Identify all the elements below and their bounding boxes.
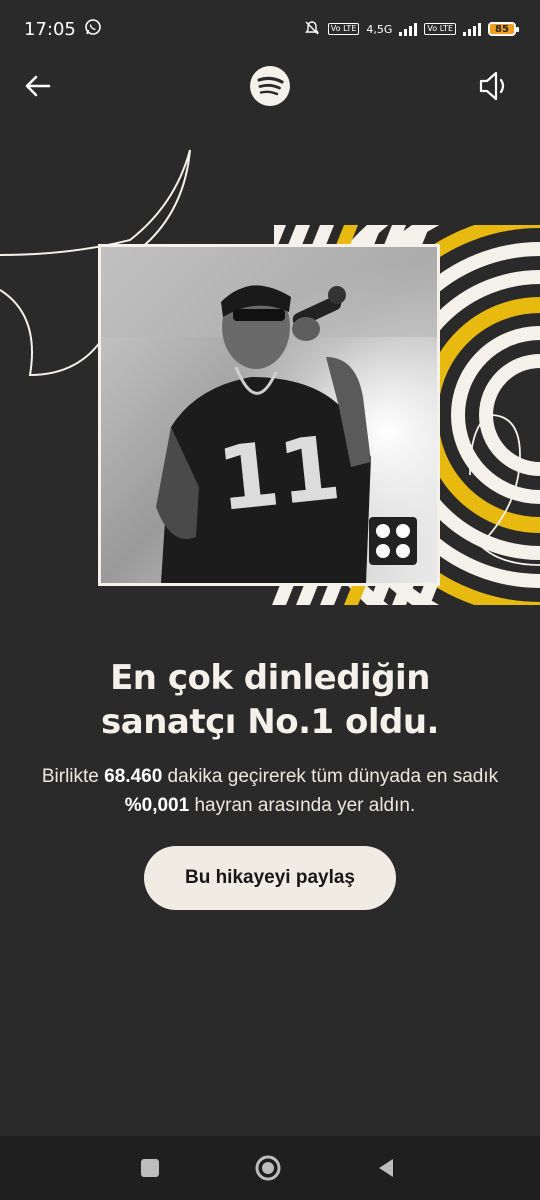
system-navbar xyxy=(0,1136,540,1200)
subtext-part-2: dakika geçirerek tüm dünyada en sadık xyxy=(162,766,499,787)
subtext-part-1: Birlikte xyxy=(41,766,105,787)
arrow-left-icon xyxy=(25,75,51,97)
volte-badge-2: Vo LTE xyxy=(424,23,456,35)
signal-icon-2 xyxy=(463,22,481,36)
subtext-part-3: hayran arasında yer aldın. xyxy=(189,795,416,816)
nav-back-button[interactable] xyxy=(366,1148,406,1188)
share-story-button[interactable]: Bu hikayeyi paylaş xyxy=(144,846,396,910)
network-type-label: 4,5G xyxy=(366,22,393,36)
minutes-value: 68.460 xyxy=(104,766,163,787)
signal-icon xyxy=(399,22,418,36)
sound-toggle-button[interactable] xyxy=(472,64,516,108)
back-triangle-icon xyxy=(379,1159,393,1177)
status-right: Vo LTE 4,5G Vo LTE 85 xyxy=(303,19,519,40)
mute-icon xyxy=(303,19,321,40)
svg-text:11: 11 xyxy=(213,416,346,531)
clock-time: 17:05 xyxy=(24,18,76,40)
status-bar: 17:05 Vo LTE 4,5G Vo LTE 85 xyxy=(0,0,540,58)
battery-icon: 85 xyxy=(488,22,519,36)
status-left: 17:05 xyxy=(24,18,102,40)
recents-button[interactable] xyxy=(130,1148,170,1188)
back-button[interactable] xyxy=(16,64,60,108)
volte-badge-1: Vo LTE xyxy=(327,23,360,35)
story-subtext: Birlikte 68.460 dakika geçirerek tüm dün… xyxy=(20,762,520,820)
recents-square-icon xyxy=(141,1159,159,1177)
headline-line-2: sanatçı No.1 oldu. xyxy=(101,702,439,742)
home-button[interactable] xyxy=(248,1148,288,1188)
spotify-logo xyxy=(248,64,292,108)
speaker-icon xyxy=(479,71,505,101)
percentile-value: %0,001 xyxy=(124,795,190,816)
home-circle-icon xyxy=(255,1155,281,1181)
story-headline: En çok dinlediğin sanatçı No.1 oldu. xyxy=(0,656,540,744)
artist-photo: 11 xyxy=(98,244,440,586)
story-topbar xyxy=(0,58,540,114)
spotify-logo-icon xyxy=(250,66,290,106)
headline-line-1: En çok dinlediğin xyxy=(110,658,430,698)
whatsapp-icon xyxy=(84,18,102,40)
artist-artwork: 11 xyxy=(0,145,540,615)
